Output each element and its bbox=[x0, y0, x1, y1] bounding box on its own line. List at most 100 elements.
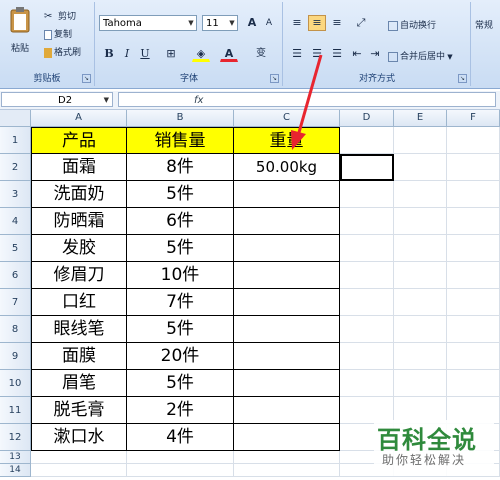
row-header[interactable]: 1 bbox=[0, 127, 31, 154]
cell-a13[interactable] bbox=[31, 451, 127, 464]
cell-a4[interactable]: 防晒霜 bbox=[31, 208, 127, 235]
merge-center-button[interactable]: 合并后居中 ▼ bbox=[388, 49, 453, 62]
cell-f8[interactable] bbox=[447, 316, 500, 343]
shrink-font-button[interactable]: A bbox=[260, 15, 278, 31]
cell-c10[interactable] bbox=[234, 370, 340, 397]
row-header[interactable]: 8 bbox=[0, 316, 31, 343]
cell-a10[interactable]: 眉笔 bbox=[31, 370, 127, 397]
cell-e2[interactable] bbox=[394, 154, 447, 181]
cell-e4[interactable] bbox=[394, 208, 447, 235]
cell-b10[interactable]: 5件 bbox=[127, 370, 234, 397]
select-all-corner[interactable] bbox=[0, 110, 31, 127]
cell-f10[interactable] bbox=[447, 370, 500, 397]
cell-d1[interactable] bbox=[340, 127, 394, 154]
cell-c7[interactable] bbox=[234, 289, 340, 316]
number-format-combo[interactable]: 常规 bbox=[475, 18, 493, 31]
row-header[interactable]: 12 bbox=[0, 424, 31, 451]
cell-f9[interactable] bbox=[447, 343, 500, 370]
cell-c9[interactable] bbox=[234, 343, 340, 370]
cell-c12[interactable] bbox=[234, 424, 340, 451]
cell-a3[interactable]: 洗面奶 bbox=[31, 181, 127, 208]
cell-b14[interactable] bbox=[127, 464, 234, 477]
cell-d7[interactable] bbox=[340, 289, 394, 316]
cell-a1[interactable]: 产品 bbox=[31, 127, 127, 154]
cell-e9[interactable] bbox=[394, 343, 447, 370]
cell-a2[interactable]: 面霜 bbox=[31, 154, 127, 181]
cell-d5[interactable] bbox=[340, 235, 394, 262]
cell-a5[interactable]: 发胶 bbox=[31, 235, 127, 262]
cell-b8[interactable]: 5件 bbox=[127, 316, 234, 343]
italic-button[interactable]: I bbox=[118, 46, 136, 62]
row-header[interactable]: 13 bbox=[0, 451, 31, 464]
clipboard-launcher-icon[interactable]: ↘ bbox=[82, 74, 91, 83]
cell-f5[interactable] bbox=[447, 235, 500, 262]
paste-button[interactable]: 粘贴 bbox=[6, 6, 34, 56]
orientation-button[interactable]: ⤢ bbox=[352, 15, 370, 31]
column-header-e[interactable]: E bbox=[394, 110, 447, 127]
cell-c8[interactable] bbox=[234, 316, 340, 343]
phonetic-button[interactable]: 变 bbox=[252, 46, 270, 62]
increase-indent-button[interactable]: ⇥ bbox=[366, 46, 384, 62]
align-center-button[interactable]: ☰ bbox=[308, 46, 326, 62]
font-color-button[interactable]: A bbox=[220, 46, 238, 62]
align-right-button[interactable]: ☰ bbox=[328, 46, 346, 62]
cell-b13[interactable] bbox=[127, 451, 234, 464]
middle-align-button[interactable]: ≡ bbox=[308, 15, 326, 31]
row-header[interactable]: 10 bbox=[0, 370, 31, 397]
format-painter-button[interactable]: 格式刷 bbox=[44, 45, 81, 58]
cell-e8[interactable] bbox=[394, 316, 447, 343]
cell-e5[interactable] bbox=[394, 235, 447, 262]
row-header[interactable]: 11 bbox=[0, 397, 31, 424]
cell-d8[interactable] bbox=[340, 316, 394, 343]
column-header-c[interactable]: C bbox=[234, 110, 340, 127]
cell-b12[interactable]: 4件 bbox=[127, 424, 234, 451]
cell-b2[interactable]: 8件 bbox=[127, 154, 234, 181]
cell-a7[interactable]: 口红 bbox=[31, 289, 127, 316]
underline-button[interactable]: U bbox=[136, 46, 154, 62]
cell-f6[interactable] bbox=[447, 262, 500, 289]
decrease-indent-button[interactable]: ⇤ bbox=[348, 46, 366, 62]
cell-f2[interactable] bbox=[447, 154, 500, 181]
cut-button[interactable]: ✂ 剪切 bbox=[44, 9, 76, 23]
cell-e7[interactable] bbox=[394, 289, 447, 316]
cell-c5[interactable] bbox=[234, 235, 340, 262]
cell-f3[interactable] bbox=[447, 181, 500, 208]
column-header-b[interactable]: B bbox=[127, 110, 234, 127]
name-box[interactable]: D2 ▼ bbox=[1, 92, 113, 107]
cell-c4[interactable] bbox=[234, 208, 340, 235]
row-header[interactable]: 2 bbox=[0, 154, 31, 181]
align-left-button[interactable]: ☰ bbox=[288, 46, 306, 62]
cell-c2[interactable]: 50.00kg bbox=[234, 154, 340, 181]
cell-b6[interactable]: 10件 bbox=[127, 262, 234, 289]
row-header[interactable]: 3 bbox=[0, 181, 31, 208]
borders-button[interactable]: ⊞ bbox=[162, 46, 180, 62]
cell-c3[interactable] bbox=[234, 181, 340, 208]
cell-b9[interactable]: 20件 bbox=[127, 343, 234, 370]
cell-d6[interactable] bbox=[340, 262, 394, 289]
row-header[interactable]: 14 bbox=[0, 464, 31, 477]
row-header[interactable]: 5 bbox=[0, 235, 31, 262]
cell-d10[interactable] bbox=[340, 370, 394, 397]
cell-c1[interactable]: 重量 bbox=[234, 127, 340, 154]
font-name-combo[interactable]: Tahoma ▼ bbox=[99, 15, 197, 31]
row-header[interactable]: 7 bbox=[0, 289, 31, 316]
copy-button[interactable]: 复制 bbox=[44, 27, 72, 40]
cell-e3[interactable] bbox=[394, 181, 447, 208]
cell-b3[interactable]: 5件 bbox=[127, 181, 234, 208]
top-align-button[interactable]: ≡ bbox=[288, 15, 306, 31]
cell-a9[interactable]: 面膜 bbox=[31, 343, 127, 370]
column-header-d[interactable]: D bbox=[340, 110, 394, 127]
cell-b1[interactable]: 销售量 bbox=[127, 127, 234, 154]
cell-b4[interactable]: 6件 bbox=[127, 208, 234, 235]
cell-f1[interactable] bbox=[447, 127, 500, 154]
column-header-a[interactable]: A bbox=[31, 110, 127, 127]
cell-d2[interactable] bbox=[340, 154, 394, 181]
cell-a8[interactable]: 眼线笔 bbox=[31, 316, 127, 343]
cell-c14[interactable] bbox=[234, 464, 340, 477]
row-header[interactable]: 6 bbox=[0, 262, 31, 289]
font-launcher-icon[interactable]: ↘ bbox=[270, 74, 279, 83]
cell-f4[interactable] bbox=[447, 208, 500, 235]
alignment-launcher-icon[interactable]: ↘ bbox=[458, 74, 467, 83]
cell-c11[interactable] bbox=[234, 397, 340, 424]
cell-a12[interactable]: 漱口水 bbox=[31, 424, 127, 451]
